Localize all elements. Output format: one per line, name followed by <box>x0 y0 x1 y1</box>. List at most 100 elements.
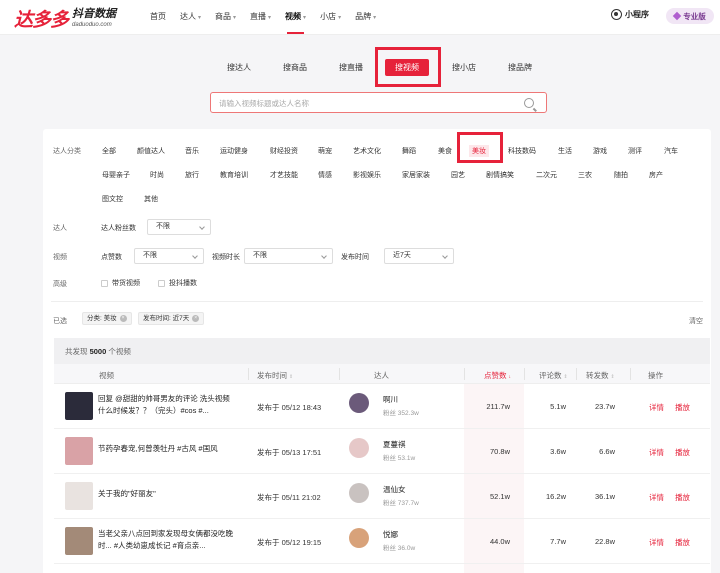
category-chip[interactable]: 舞蹈 <box>399 145 419 157</box>
publish-time-select[interactable]: 近7天 <box>384 248 454 264</box>
nav-goods[interactable]: 商品 ▾ <box>215 0 236 34</box>
table-row[interactable]: 当老父亲八点回到家发现母女俩都没吃晚时... #人类幼崽成长记 #育点亲... … <box>54 519 710 564</box>
tab-search-goods[interactable]: 搜商品 <box>283 62 307 73</box>
col-comments[interactable]: 评论数 ⇕ <box>539 370 568 381</box>
tab-search-brand[interactable]: 搜品牌 <box>508 62 532 73</box>
close-icon[interactable]: × <box>192 315 200 322</box>
chevron-down-icon: ▾ <box>373 15 377 21</box>
category-chip[interactable]: 汽车 <box>661 145 681 157</box>
detail-link[interactable]: 详情 <box>649 537 664 548</box>
category-chip[interactable]: 科技数码 <box>505 145 539 157</box>
nav-shop[interactable]: 小店 ▾ <box>320 0 341 34</box>
category-chip[interactable]: 运动健身 <box>217 145 251 157</box>
category-chip[interactable]: 颜值达人 <box>134 145 168 157</box>
avatar[interactable] <box>349 483 369 503</box>
play-link[interactable]: 播放 <box>675 537 690 548</box>
nav-live[interactable]: 直播 ▾ <box>250 0 271 34</box>
highlight-box <box>457 132 503 163</box>
pro-version-badge[interactable]: 专业版 <box>666 8 714 24</box>
logo[interactable]: 达多多 抖音数据 daduoduo.com <box>14 4 116 32</box>
tab-search-live[interactable]: 搜直播 <box>339 62 363 73</box>
main-nav: 首页 达人 ▾ 商品 ▾ 直播 ▾ 视频 ▾ 小店 ▾ 品牌 ▾ <box>150 0 390 34</box>
video-title[interactable]: 当老父亲八点回到家发现母女俩都没吃晚时... #人类幼崽成长记 #育点亲... <box>98 528 236 552</box>
influencer-name[interactable]: 啊川 <box>383 394 398 405</box>
publish-time: 发布于 05/13 17:51 <box>257 448 322 457</box>
video-thumbnail[interactable] <box>65 392 93 420</box>
category-chip[interactable]: 教育培训 <box>217 169 251 181</box>
play-link[interactable]: 播放 <box>675 402 690 413</box>
category-chip[interactable]: 情感 <box>315 169 335 181</box>
duration-select[interactable]: 不限 <box>244 248 333 264</box>
category-chip[interactable]: 剧情搞笑 <box>483 169 517 181</box>
category-chip[interactable]: 财经投资 <box>267 145 301 157</box>
category-chip[interactable]: 游戏 <box>590 145 610 157</box>
category-chip[interactable]: 家居家装 <box>399 169 433 181</box>
avatar[interactable] <box>349 438 369 458</box>
close-icon[interactable]: × <box>119 315 127 322</box>
detail-link[interactable]: 详情 <box>649 492 664 503</box>
influencer-name[interactable]: 悦娜 <box>383 529 398 540</box>
play-link[interactable]: 播放 <box>675 447 690 458</box>
mini-program-button[interactable]: 小程序 <box>611 9 649 20</box>
category-chip[interactable]: 二次元 <box>533 169 560 181</box>
category-chip[interactable]: 美食 <box>435 145 455 157</box>
with-goods-checkbox[interactable]: 带货视频 <box>101 278 140 288</box>
nav-video[interactable]: 视频 ▾ <box>285 0 306 34</box>
category-chip[interactable]: 三农 <box>575 169 595 181</box>
category-chip[interactable]: 测评 <box>625 145 645 157</box>
category-chip[interactable]: 图文控 <box>99 193 126 205</box>
table-header: 视频 发布时间 ⇕ 达人 点赞数 ↓ 评论数 ⇕ 转发数 ⇕ 操作 <box>54 364 710 384</box>
duration-label: 视频时长 <box>212 254 240 261</box>
category-chip[interactable]: 音乐 <box>182 145 202 157</box>
category-chip[interactable]: 随拍 <box>611 169 631 181</box>
avatar[interactable] <box>349 393 369 413</box>
likes-count: 70.8w <box>489 447 510 456</box>
video-title[interactable]: 节药孕春宠,何曾羡牡丹 #古风 #国风 <box>98 443 236 455</box>
category-chip[interactable]: 生活 <box>555 145 575 157</box>
category-chip[interactable]: 园艺 <box>448 169 468 181</box>
video-thumbnail[interactable] <box>65 482 93 510</box>
video-title[interactable]: 回复 @甜甜的帅哥男友的评论 洗头视频什么时候发？？（完头）#cos #... <box>98 393 236 417</box>
nav-home[interactable]: 首页 <box>150 0 166 34</box>
detail-link[interactable]: 详情 <box>649 402 664 413</box>
col-likes[interactable]: 点赞数 ↓ <box>484 370 511 381</box>
category-chip[interactable]: 全部 <box>99 145 119 157</box>
influencer-name[interactable]: 夏蔓祺 <box>383 439 406 450</box>
likes-select[interactable]: 不限 <box>134 248 204 264</box>
video-thumbnail[interactable] <box>65 527 93 555</box>
influencer-name[interactable]: 温仙女 <box>383 484 406 495</box>
search-icon[interactable] <box>524 98 534 108</box>
col-publish-time[interactable]: 发布时间 ⇕ <box>257 370 293 381</box>
tab-search-influencer[interactable]: 搜达人 <box>227 62 251 73</box>
table-row[interactable]: 回复 @甜甜的帅哥男友的评论 洗头视频什么时候发？？（完头）#cos #... … <box>54 384 710 429</box>
category-chip[interactable]: 时尚 <box>147 169 167 181</box>
likes-count: 52.1w <box>489 492 510 501</box>
table-row[interactable]: 节药孕春宠,何曾羡牡丹 #古风 #国风 发布于 05/13 17:51 夏蔓祺 … <box>54 429 710 474</box>
category-chip[interactable]: 才艺技能 <box>267 169 301 181</box>
video-thumbnail[interactable] <box>65 437 93 465</box>
clear-button[interactable]: 清空 <box>689 316 703 326</box>
category-chip[interactable]: 萌宠 <box>315 145 335 157</box>
category-chip[interactable]: 其他 <box>141 193 161 205</box>
ad-boost-checkbox[interactable]: 投抖播数 <box>158 278 197 288</box>
category-chip[interactable]: 房产 <box>646 169 666 181</box>
video-title[interactable]: 关于我的"好丽友" <box>98 488 236 500</box>
shares-count: 22.8w <box>594 537 615 546</box>
category-chip[interactable]: 影视娱乐 <box>350 169 384 181</box>
nav-influencer[interactable]: 达人 ▾ <box>180 0 201 34</box>
search-input[interactable] <box>219 96 519 110</box>
nav-brand[interactable]: 品牌 ▾ <box>355 0 376 34</box>
table-row[interactable]: 关于我的"好丽友" 发布于 05/11 21:02 温仙女 粉丝 737.7w … <box>54 474 710 519</box>
fans-select[interactable]: 不限 <box>147 219 211 235</box>
likes-count: 211.7w <box>486 402 510 411</box>
avatar[interactable] <box>349 528 369 548</box>
tab-search-shop[interactable]: 搜小店 <box>452 62 476 73</box>
category-chip[interactable]: 艺术文化 <box>350 145 384 157</box>
col-shares[interactable]: 转发数 ⇕ <box>586 370 615 381</box>
category-chip[interactable]: 旅行 <box>182 169 202 181</box>
selected-tag-category[interactable]: 分类: 美妆 × <box>82 312 132 325</box>
detail-link[interactable]: 详情 <box>649 447 664 458</box>
play-link[interactable]: 播放 <box>675 492 690 503</box>
selected-tag-publish-time[interactable]: 发布时间: 近7天 × <box>138 312 205 325</box>
category-chip[interactable]: 母婴亲子 <box>99 169 133 181</box>
